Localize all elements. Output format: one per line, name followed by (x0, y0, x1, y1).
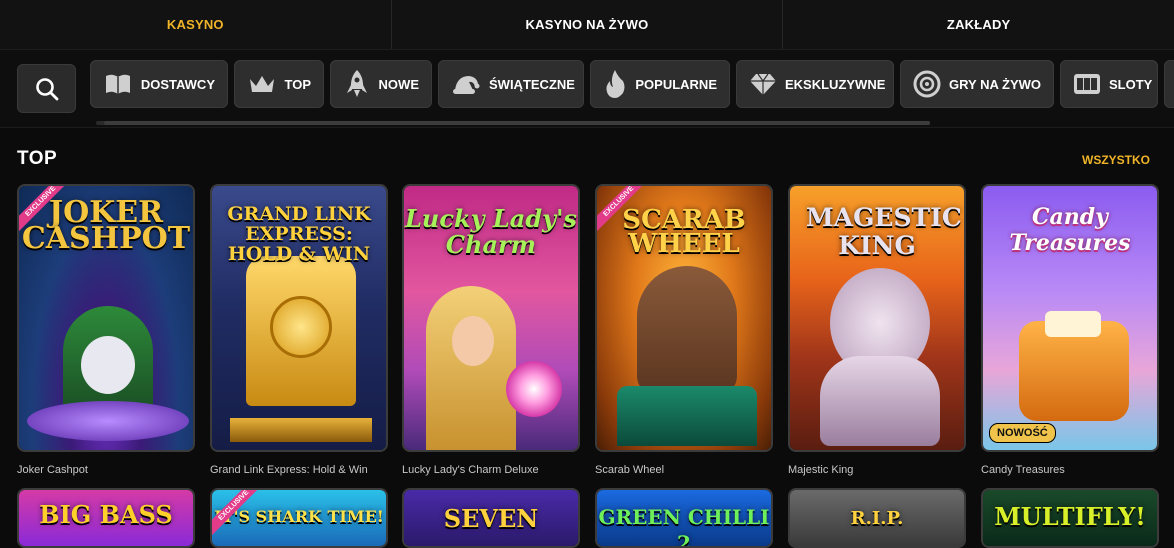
flame-icon (603, 69, 627, 99)
rocket-icon (343, 69, 371, 99)
roulette-icon (913, 69, 941, 99)
section-title: TOP (17, 148, 58, 169)
game-card-rip[interactable]: R.I.P. (788, 488, 966, 548)
category-nowe[interactable]: NOWE (330, 60, 432, 108)
book-icon (103, 69, 133, 99)
category-ekskluzywne[interactable]: EKSKLUZYWNE (736, 60, 894, 108)
joker-face (81, 336, 135, 394)
category-swiateczne[interactable]: ŚWIĄTECZNE (438, 60, 584, 108)
game-card-scarab-wheel[interactable]: SCARAB WHEEL EXCLUSIVE (595, 184, 773, 452)
game-name[interactable]: Joker Cashpot (17, 464, 88, 476)
game-art-title: MAGESTIC KING (806, 203, 962, 260)
category-label: ŚWIĄTECZNE (489, 76, 575, 92)
search-button[interactable] (17, 64, 76, 113)
category-sloty[interactable]: SLOTY (1060, 60, 1158, 108)
game-name[interactable]: Majestic King (788, 464, 853, 476)
game-name[interactable]: Scarab Wheel (595, 464, 664, 476)
game-name[interactable]: Lucky Lady's Charm Deluxe (402, 464, 539, 476)
game-card-big-bass[interactable]: BIG BASS (17, 488, 195, 548)
purple-platform (27, 401, 189, 441)
diamond-icon (749, 69, 777, 99)
lady-face (452, 316, 494, 366)
game-art-title: Lucky Lady's Charm (405, 204, 577, 259)
butter (1045, 311, 1101, 337)
game-art-title: Candy Treasures (1009, 204, 1131, 256)
new-badge: NOWOŚĆ (989, 423, 1056, 443)
category-list: DOSTAWCY TOP NOWE ŚWIĄTECZNE POPULARNE E… (90, 60, 1174, 108)
game-card-lucky-ladys-charm[interactable]: Lucky Lady's Charm (402, 184, 580, 452)
game-card-grand-link-express[interactable]: GRAND LINK EXPRESS: HOLD & WIN (210, 184, 388, 452)
game-card-joker-cashpot[interactable]: JOKER CASHPOT EXCLUSIVE (17, 184, 195, 452)
category-label: NOWE (378, 76, 419, 92)
game-card-shark-time[interactable]: IT'S SHARK TIME! EXCLUSIVE (210, 488, 388, 548)
crystal-ball (506, 361, 562, 417)
category-label: TOP (284, 76, 312, 92)
train-base (230, 418, 372, 442)
game-card-seven[interactable]: SEVEN (402, 488, 580, 548)
category-more[interactable] (1164, 60, 1174, 108)
search-icon (35, 77, 58, 100)
slot-machine-icon (1073, 69, 1101, 99)
game-art-title: JOKER CASHPOT (21, 195, 191, 256)
game-card-candy-treasures[interactable]: Candy Treasures NOWOŚĆ (981, 184, 1159, 452)
santa-hat-icon (451, 69, 481, 99)
game-art-title: SCARAB WHEEL (622, 205, 746, 259)
category-label: GRY NA ŻYWO (949, 76, 1041, 92)
lady-hair (426, 286, 516, 450)
game-art-title: GRAND LINK EXPRESS: HOLD & WIN (227, 203, 371, 265)
category-gry-na-zywo[interactable]: GRY NA ŻYWO (900, 60, 1054, 108)
game-art-title: R.I.P. (850, 508, 904, 529)
game-name[interactable]: Grand Link Express: Hold & Win (210, 464, 368, 476)
game-card-green-chilli[interactable]: GREEN CHILLI 2 (595, 488, 773, 548)
game-art-title: GREEN CHILLI 2 (598, 505, 770, 548)
cat-collar (617, 386, 757, 446)
game-art-title: SEVEN (443, 504, 539, 533)
category-label: POPULARNE (635, 76, 717, 92)
category-label: DOSTAWCY (140, 76, 215, 92)
category-popularne[interactable]: POPULARNE (590, 60, 730, 108)
category-label: EKSKLUZYWNE (785, 76, 886, 92)
category-dostawcy[interactable]: DOSTAWCY (90, 60, 228, 108)
tab-kasyno[interactable]: KASYNO (0, 0, 392, 49)
crown-icon (247, 69, 277, 99)
tab-zaklady[interactable]: ZAKŁADY (783, 0, 1174, 49)
game-card-majestic-king[interactable]: MAGESTIC KING (788, 184, 966, 452)
tab-kasyno-na-zywo[interactable]: KASYNO NA ŻYWO (392, 0, 784, 49)
category-top[interactable]: TOP (234, 60, 324, 108)
dollar-coin (270, 296, 332, 358)
game-art-title: BIG BASS (39, 500, 173, 529)
category-label: SLOTY (1109, 76, 1153, 92)
cat-head (637, 266, 737, 396)
lion-body (820, 356, 940, 446)
category-scrollbar-thumb[interactable] (104, 121, 930, 125)
top-tab-bar: KASYNO KASYNO NA ŻYWO ZAKŁADY (0, 0, 1174, 50)
see-all-link[interactable]: WSZYSTKO (1082, 153, 1150, 167)
game-name[interactable]: Candy Treasures (981, 464, 1065, 476)
game-card-multifly[interactable]: MULTIFLY! (981, 488, 1159, 548)
game-art-title: MULTIFLY! (994, 502, 1146, 531)
